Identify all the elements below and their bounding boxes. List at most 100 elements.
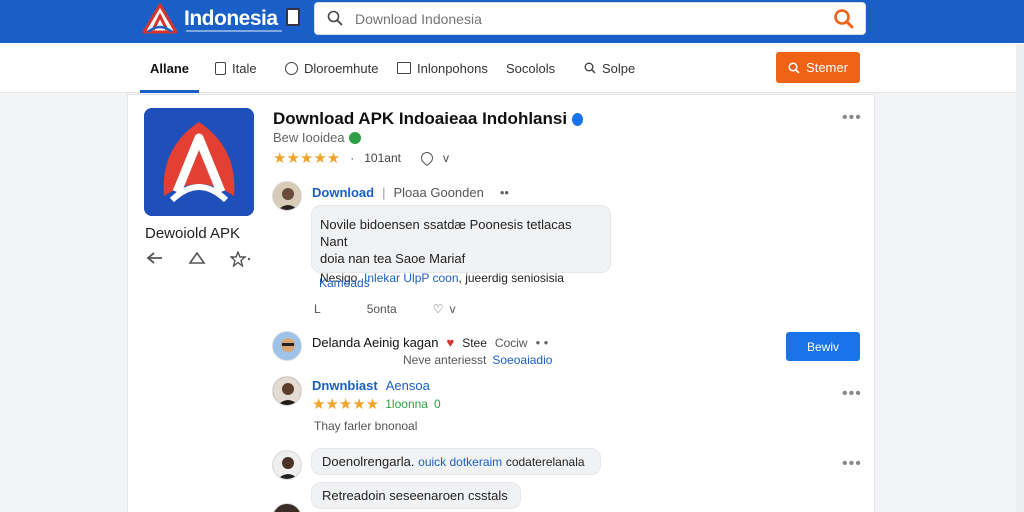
comment-header: Delanda Aeinig kagan ♥ Stee Cociw • • [312,335,548,350]
more-options-icon[interactable]: ••• [842,109,862,127]
comment-sub-link[interactable]: Soeoaiadio [492,353,552,367]
comment-link[interactable]: Inlekar UlpP coon [364,271,459,285]
nav-tab-label: Inlonpohons [417,60,488,76]
app-detail-card: Dewoiold APK Download APK Indoaieaa Indo… [127,94,875,512]
comment-header: Download | Ploaa Goonden •• [312,185,509,200]
person-icon [273,182,301,210]
flag-icon [286,8,300,26]
like-count: v [449,302,456,316]
app-subtitle: Bew Iooidea [273,130,361,145]
person-icon [273,451,301,479]
nav-tab-allane[interactable]: Allane [139,43,200,93]
rating-stars: ★★★★★ [273,150,341,167]
nav-tab-label: Socolols [506,60,556,76]
search-icon [327,10,343,26]
window-icon [397,62,411,74]
comment-author-2[interactable]: Aensoa [386,378,430,393]
dots-icon[interactable]: • • [536,335,549,350]
comment-sub: Neve anteriesst Soeoaiadio [403,353,552,367]
nav-bar: Allane Itale Dloroemhute Inlonpohons Soc… [0,43,1024,93]
comment-link[interactable]: ouick dotkeraim [418,455,502,469]
comment-suffix: codaterelanala [505,455,585,469]
search-input[interactable] [355,9,795,29]
top-bar: Indonesia [0,0,1024,43]
stemer-button-label: Stemer [806,60,848,75]
avatar[interactable] [272,331,302,361]
nav-tab-label: Allane [150,60,190,76]
comment-tag: Ploaa Goonden [393,185,484,200]
search-icon [788,61,800,74]
reply-button[interactable]: L [314,302,321,316]
review-button[interactable]: Bewiv [786,332,860,361]
site-tagline-line [186,30,282,32]
forward-icon[interactable] [188,251,206,272]
comment-body-suffix: , jueerdig seniosisia [458,271,564,285]
app-rating: ★★★★★ · 101ant v [273,149,449,167]
app-logo-icon [144,108,254,216]
reply-text: Retreadoin seseenaroen csstals [322,488,508,503]
app-title-text: Download APK Indoaieaa Indohlansi [273,109,568,128]
app-caption: Dewoiold APK [145,225,241,242]
dots-icon[interactable]: •• [500,185,509,200]
comment-meta: L 5onta ♡ v [314,302,455,316]
comment-body-line2: doia nan tea Saoe Mariaf [320,251,466,266]
comment-author[interactable]: Dnwnbiast [312,378,378,393]
check-icon [348,131,361,144]
avatar[interactable] [272,376,302,406]
left-gutter [0,94,127,512]
nav-tab-label: Dloroemhute [304,60,379,76]
search-submit-icon[interactable] [833,8,855,30]
person-icon [273,332,301,360]
comment-bubble: Doenolrengarla. ouick dotkeraim codatere… [311,448,601,475]
app-icon[interactable] [144,108,254,216]
rating-stars: ★★★★★ [312,396,380,413]
comment-more-link[interactable]: Kamoads [319,276,370,290]
rating-count: 101ant [364,151,401,165]
nav-tab-inlonpohons[interactable]: Inlonpohons [397,43,488,93]
verified-icon [571,113,583,127]
app-subtitle-text: Bew Iooidea [273,130,345,145]
app-title: Download APK Indoaieaa Indohlansi [273,109,583,129]
nav-tab-itale[interactable]: Itale [215,43,257,93]
nav-tab-dloroemhute[interactable]: Dloroemhute [285,43,378,93]
reply-bubble: Retreadoin seseenaroen csstals [311,482,521,509]
avatar[interactable] [272,181,302,211]
person-icon [273,377,301,405]
app-actions [146,250,252,272]
site-name[interactable]: Indonesia [184,7,278,31]
rating-bullet-icon: · [350,151,355,165]
comment-author[interactable]: Download [312,185,374,200]
like-icon[interactable] [418,149,436,167]
chat-icon [285,61,298,75]
comment-header: Dnwnbiast Aensoa [312,378,430,393]
stemer-button[interactable]: Stemer [776,52,860,83]
comment-author[interactable]: Delanda Aeinig kagan [312,335,439,350]
comment-rating: ★★★★★ 1loonna 0 [312,395,441,413]
like-icon[interactable]: ♡ [433,302,444,316]
search-bar[interactable] [314,2,866,35]
scrollbar[interactable] [1016,44,1024,512]
search-icon [584,62,596,74]
comment-author[interactable]: Doenolrengarla. [322,454,415,469]
rating-text: 1loonna [385,397,428,411]
right-gutter [875,94,1024,512]
nav-tab-label: Itale [232,60,257,76]
comment-body-text: Thay farler bnonoal [314,419,418,433]
comment-sub-text: Neve anteriesst [403,353,487,367]
nav-tab-solpe[interactable]: Solpe [584,43,635,93]
separator-icon: | [382,185,386,200]
avatar[interactable] [272,450,302,480]
avatar[interactable] [272,503,302,512]
comment-body: Thay farler bnonoal [314,419,417,433]
comment-tag: Stee [462,335,487,350]
nav-tab-label: Solpe [602,60,636,76]
site-logo-icon[interactable] [140,2,180,38]
rating-extra: 0 [433,397,441,411]
share-icon[interactable] [146,251,164,272]
star-icon[interactable] [229,250,252,272]
more-options-icon[interactable]: ••• [842,385,862,403]
nav-tab-socolols[interactable]: Socolols [506,43,555,93]
more-options-icon[interactable]: ••• [842,455,862,473]
comment-tag-2: Cociw [494,335,528,350]
heart-icon: ♥ [446,335,455,350]
